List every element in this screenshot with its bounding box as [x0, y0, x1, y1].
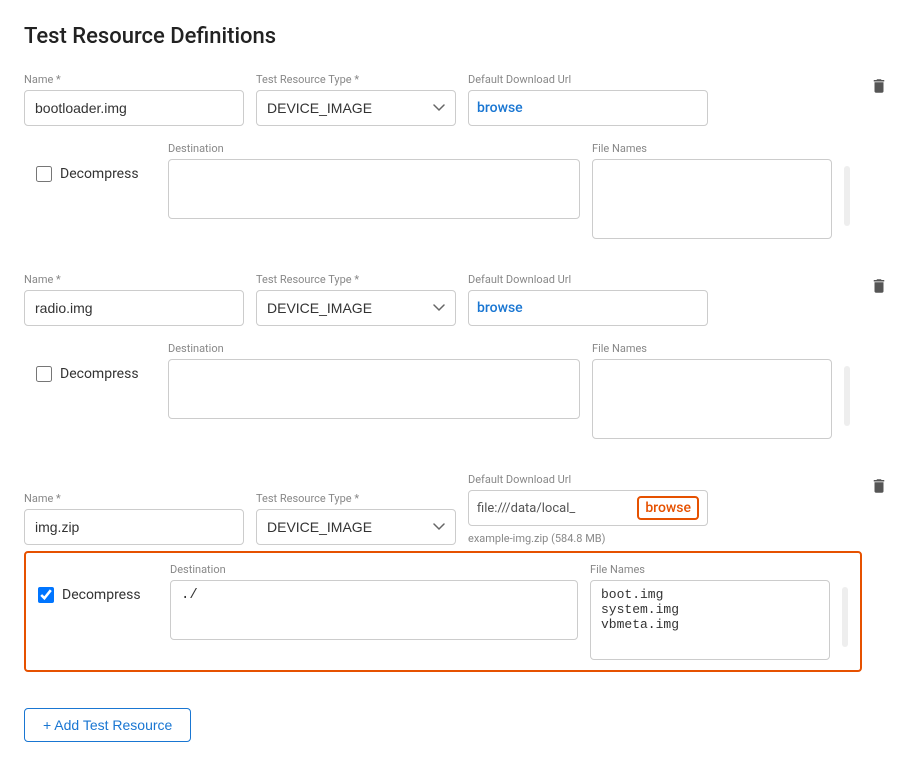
decompress-label-2[interactable]: Decompress [36, 366, 156, 382]
filenames-group-3: File Names [590, 563, 830, 660]
destination-group-2: Destination [168, 342, 580, 419]
delete-button-2[interactable] [866, 273, 892, 299]
resources-container: Name * Test Resource Type * DEVICE_IMAGEAP… [24, 73, 892, 688]
destination-group-3: Destination [170, 563, 578, 640]
decompress-label-3[interactable]: Decompress [38, 587, 158, 603]
download-text-3: file:///data/local_ [477, 501, 633, 516]
destination-input-3[interactable] [170, 580, 578, 640]
delete-button-1[interactable] [866, 73, 892, 99]
file-size-hint-3: example-img.zip (584.8 MB) [468, 532, 708, 545]
name-group-3: Name * [24, 492, 244, 545]
type-group-2: Test Resource Type * DEVICE_IMAGEAPKCONFI… [256, 273, 456, 326]
filenames-group-2: File Names [592, 342, 832, 439]
decompress-label-1[interactable]: Decompress [36, 166, 156, 182]
destination-input-1[interactable] [168, 159, 580, 219]
name-group-2: Name * [24, 273, 244, 326]
add-test-resource-button[interactable]: + Add Test Resource [24, 708, 191, 742]
type-select-3[interactable]: DEVICE_IMAGEAPKCONFIG [256, 509, 456, 545]
download-label-3: Default Download Url [468, 473, 708, 486]
type-select-2[interactable]: DEVICE_IMAGEAPKCONFIG [256, 290, 456, 326]
scrollbar-2 [844, 366, 850, 426]
name-label-1: Name * [24, 73, 244, 86]
filenames-group-1: File Names [592, 142, 832, 239]
download-group-3: Default Download Url file:///data/local_ b… [468, 473, 708, 545]
decompress-text-3: Decompress [62, 587, 141, 603]
name-input-3[interactable] [24, 509, 244, 545]
browse-link-2[interactable]: browse [477, 300, 523, 316]
resource-top-row-3: Name * Test Resource Type * DEVICE_IMAGEAP… [24, 473, 862, 545]
scrollbar-1 [844, 166, 850, 226]
filenames-label-2: File Names [592, 342, 832, 355]
resource-top-row-2: Name * Test Resource Type * DEVICE_IMAGEAP… [24, 273, 862, 326]
decompress-section-1: Decompress Destination File Names [24, 132, 862, 249]
filenames-area-3[interactable] [590, 580, 830, 660]
type-label-2: Test Resource Type * [256, 273, 456, 286]
decompress-text-2: Decompress [60, 366, 139, 382]
download-container-3: file:///data/local_ browse [468, 490, 708, 526]
download-container-2: browse [468, 290, 708, 326]
filenames-label-1: File Names [592, 142, 832, 155]
name-label-2: Name * [24, 273, 244, 286]
page-title: Test Resource Definitions [24, 24, 892, 49]
destination-group-1: Destination [168, 142, 580, 219]
browse-link-3[interactable]: browse [637, 496, 699, 520]
resource-top-row-1: Name * Test Resource Type * DEVICE_IMAGEAP… [24, 73, 862, 126]
filenames-area-1[interactable] [592, 159, 832, 239]
resource-block-3: Name * Test Resource Type * DEVICE_IMAGEAP… [24, 473, 892, 688]
name-group-1: Name * [24, 73, 244, 126]
scrollbar-3 [842, 587, 848, 647]
name-label-3: Name * [24, 492, 244, 505]
type-label-1: Test Resource Type * [256, 73, 456, 86]
destination-label-1: Destination [168, 142, 580, 155]
resource-block-1: Name * Test Resource Type * DEVICE_IMAGEAP… [24, 73, 892, 265]
decompress-section-2: Decompress Destination File Names [24, 332, 862, 449]
decompress-section-3: Decompress Destination File Names [24, 551, 862, 672]
type-label-3: Test Resource Type * [256, 492, 456, 505]
decompress-checkbox-2[interactable] [36, 366, 52, 382]
download-group-1: Default Download Url browse [468, 73, 708, 126]
type-group-3: Test Resource Type * DEVICE_IMAGEAPKCONFI… [256, 492, 456, 545]
decompress-checkbox-3[interactable] [38, 587, 54, 603]
browse-link-1[interactable]: browse [477, 100, 523, 116]
resource-block-2: Name * Test Resource Type * DEVICE_IMAGEAP… [24, 273, 892, 465]
filenames-area-2[interactable] [592, 359, 832, 439]
name-input-2[interactable] [24, 290, 244, 326]
decompress-checkbox-1[interactable] [36, 166, 52, 182]
delete-button-3[interactable] [866, 473, 892, 499]
destination-label-3: Destination [170, 563, 578, 576]
type-select-1[interactable]: DEVICE_IMAGEAPKCONFIG [256, 90, 456, 126]
type-group-1: Test Resource Type * DEVICE_IMAGEAPKCONFI… [256, 73, 456, 126]
decompress-text-1: Decompress [60, 166, 139, 182]
name-input-1[interactable] [24, 90, 244, 126]
download-label-2: Default Download Url [468, 273, 708, 286]
destination-input-2[interactable] [168, 359, 580, 419]
download-container-1: browse [468, 90, 708, 126]
filenames-label-3: File Names [590, 563, 830, 576]
destination-label-2: Destination [168, 342, 580, 355]
download-label-1: Default Download Url [468, 73, 708, 86]
download-group-2: Default Download Url browse [468, 273, 708, 326]
